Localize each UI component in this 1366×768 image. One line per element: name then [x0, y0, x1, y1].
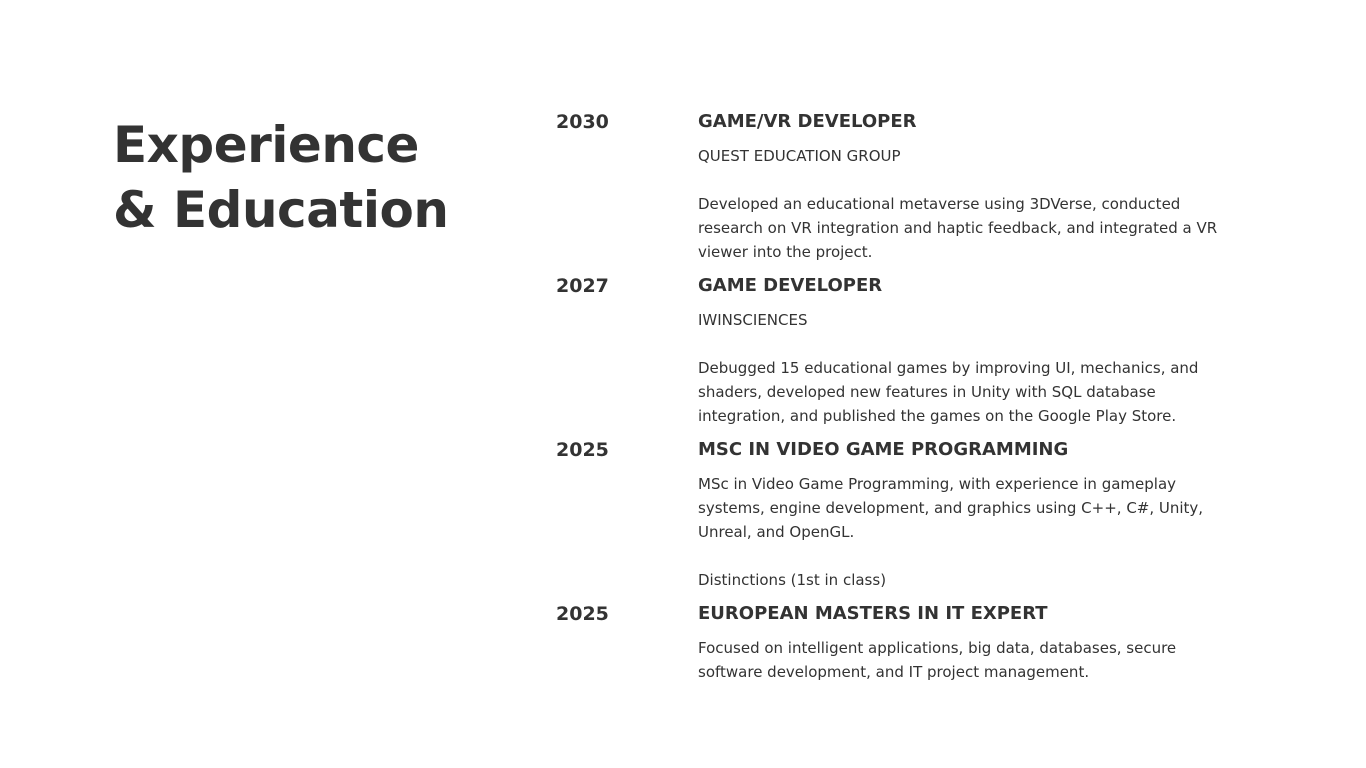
entry-organization: IWINSCIENCES: [698, 311, 808, 329]
entry-title: GAME DEVELOPER: [698, 275, 883, 296]
entry-description: Focused on intelligent applications, big…: [698, 639, 1177, 681]
page-title: Experience & Education: [113, 113, 449, 243]
entry-description: MSc in Video Game Programming, with expe…: [698, 475, 1204, 541]
entry-content: GAME DEVELOPER IWINSCIENCES Debugged 15 …: [698, 274, 1243, 428]
entry-organization: QUEST EDUCATION GROUP: [698, 147, 901, 165]
page-title-line-2: & Education: [113, 181, 449, 239]
entry-year: 2027: [556, 275, 609, 297]
entry-description: Developed an educational metaverse using…: [698, 195, 1218, 261]
entry-note: Distinctions (1st in class): [698, 571, 887, 589]
entry-title: MSC IN VIDEO GAME PROGRAMMING: [698, 439, 1069, 460]
entry-title: GAME/VR DEVELOPER: [698, 111, 917, 132]
entry-year: 2025: [556, 439, 609, 461]
entry-title: EUROPEAN MASTERS IN IT EXPERT: [698, 603, 1048, 624]
page-title-line-1: Experience: [113, 116, 419, 174]
entry-content: MSC IN VIDEO GAME PROGRAMMING MSc in Vid…: [698, 438, 1243, 592]
entry-content: EUROPEAN MASTERS IN IT EXPERT Focused on…: [698, 602, 1243, 684]
entry-year: 2025: [556, 603, 609, 625]
entry-content: GAME/VR DEVELOPER QUEST EDUCATION GROUP …: [698, 110, 1243, 264]
entry-year: 2030: [556, 111, 609, 133]
entry-description: Debugged 15 educational games by improvi…: [698, 359, 1199, 425]
